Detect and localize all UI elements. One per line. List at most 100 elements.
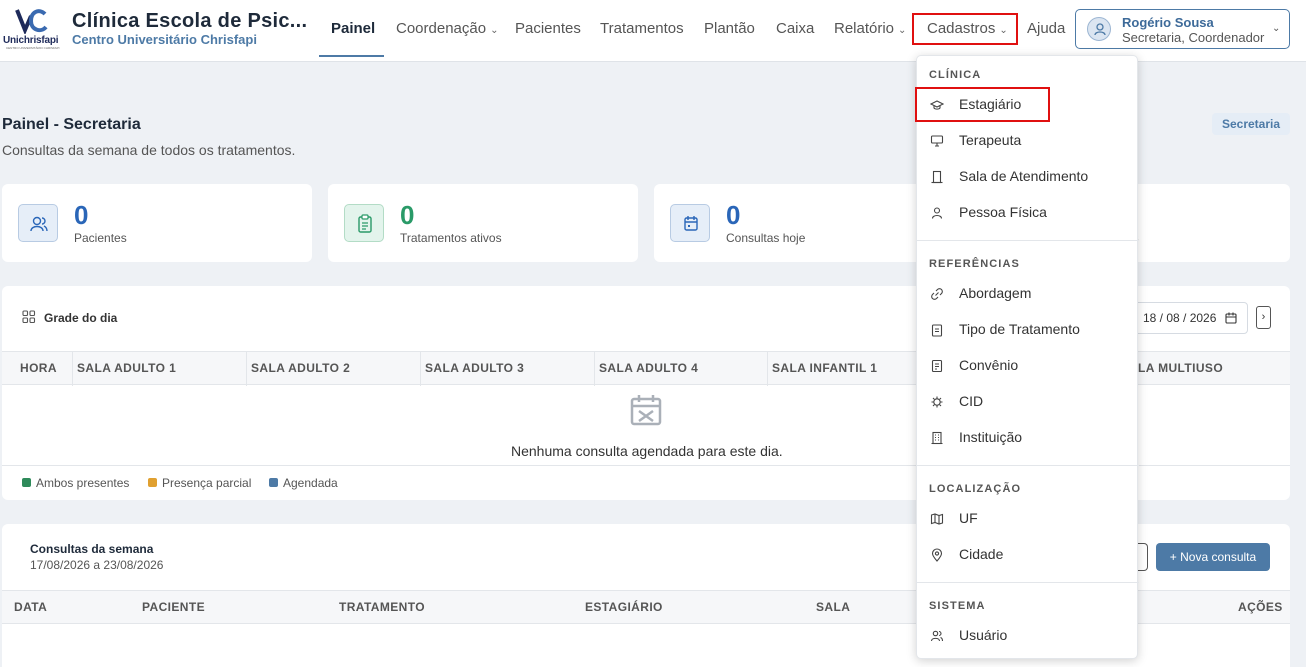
menu-item-label: Abordagem [959,285,1032,301]
empty-message: Nenhuma consulta agendada para este dia. [511,443,783,459]
calendar-icon[interactable] [1225,312,1237,324]
menu-item-label: UF [959,510,978,526]
legend-swatch [148,478,157,487]
menu-item-label: Sala de Atendimento [959,168,1089,184]
clipboard-icon [931,324,943,337]
menu-separator [917,582,1139,583]
date-input[interactable]: 18 / 08 / 2026 [1130,302,1248,334]
date-value: 18 / 08 / 2026 [1143,311,1217,325]
menu-item-terapeuta[interactable]: Terapeuta [917,124,1139,158]
cadastros-dropdown: CLÍNICA Estagiário Terapeuta Sala de Ate… [916,55,1139,659]
chevron-down-icon: ⌄ [1272,23,1281,34]
logo-subtext: CENTRO UNIVERSITÁRIO CHRISFAPI [6,46,60,50]
stat-card-tratamentos: 0 Tratamentos ativos [328,184,638,262]
menu-separator [917,465,1139,466]
chevron-down-icon: ⌄ [898,25,907,36]
new-consulta-button[interactable]: + Nova consulta [1156,543,1270,571]
calendar-off-icon [630,395,662,426]
nav-painel[interactable]: Painel [331,20,375,37]
stat-card-pacientes: 0 Pacientes [2,184,312,262]
users-icon [18,204,58,242]
column-divider [246,352,247,386]
legend-ambos: Ambos presentes [22,476,129,490]
clipboard-icon [344,204,384,242]
column-divider [420,352,421,386]
legend-swatch [269,478,278,487]
stat-value: 0 [726,200,741,230]
column-header: SALA ADULTO 1 [77,361,177,375]
legend-parcial: Presença parcial [148,476,251,490]
legend-label: Agendada [283,476,338,490]
nav-active-underline [319,55,384,57]
column-divider [594,352,595,386]
menu-item-label: Usuário [959,627,1008,643]
logo[interactable]: Unichrisfapi CENTRO UNIVERSITÁRIO CHRISF… [3,8,61,50]
map-icon [930,513,944,525]
section-referencias: REFERÊNCIAS [929,258,1020,270]
menu-item-label: Convênio [959,357,1019,373]
menu-item-label: CID [959,393,984,409]
semana-title: Consultas da semana [30,542,154,556]
menu-item-usuario[interactable]: Usuário [917,619,1139,653]
legend-label: Ambos presentes [36,476,130,490]
nav-pacientes-label: Pacientes [515,20,581,37]
person-icon [931,207,943,219]
column-divider [767,352,768,386]
section-sistema: SISTEMA [929,600,986,612]
monitor-icon [930,135,944,147]
menu-item-label: Terapeuta [959,132,1022,148]
legend-label: Presença parcial [162,476,252,490]
column-divider [72,352,73,386]
nav-plantao[interactable]: Plantão [704,20,755,37]
column-header: ESTAGIÁRIO [585,600,663,614]
next-day-button[interactable]: › [1256,306,1271,329]
menu-item-convenio[interactable]: Convênio [917,349,1139,383]
menu-item-cid[interactable]: CID [917,385,1139,419]
nav-pacientes[interactable]: Pacientes [515,20,581,37]
nav-ajuda[interactable]: Ajuda [1027,20,1065,37]
menu-item-cidade[interactable]: Cidade [917,538,1139,572]
column-header: SALA INFANTIL 1 [772,361,878,375]
user-name: Rogério Sousa [1122,15,1214,30]
nav-caixa[interactable]: Caixa [776,20,814,37]
column-header: LA MULTIUSO [1138,361,1224,375]
nav-tratamentos[interactable]: Tratamentos [600,20,684,37]
nav-relatorio-label: Relatório [834,20,895,37]
chevron-down-icon: ⌄ [490,25,499,36]
stat-value: 0 [74,200,89,230]
section-localizacao: LOCALIZAÇÃO [929,483,1022,495]
column-header: SALA ADULTO 4 [599,361,699,375]
app-subtitle: Centro Universitário Chrisfapi [72,32,257,47]
menu-item-uf[interactable]: UF [917,502,1139,536]
stat-label: Consultas hoje [726,231,806,245]
column-header: HORA [20,361,57,375]
legend-swatch [22,478,31,487]
column-header: TRATAMENTO [339,600,425,614]
menu-item-instituicao[interactable]: Instituição [917,421,1139,455]
menu-item-tipo[interactable]: Tipo de Tratamento [917,313,1139,347]
legend-agendada: Agendada [269,476,338,490]
menu-item-abordagem[interactable]: Abordagem [917,277,1139,311]
avatar [1087,17,1111,41]
column-header: SALA [816,600,851,614]
logo-mark-icon [15,9,48,34]
link-icon [931,288,943,300]
nav-coordenacao-label: Coordenação [396,20,487,37]
door-icon [931,170,943,184]
user-menu[interactable]: Rogério Sousa Secretaria, Coordenador ⌄ [1075,9,1290,49]
nav-tratamentos-label: Tratamentos [600,20,684,37]
role-badge: Secretaria [1212,113,1290,135]
logo-text: Unichrisfapi [3,35,59,46]
menu-item-label: Cidade [959,546,1004,562]
nav-ajuda-label: Ajuda [1027,20,1066,37]
menu-item-label: Pessoa Física [959,204,1047,220]
virus-icon [931,396,943,408]
menu-separator [917,240,1139,241]
menu-item-pessoa[interactable]: Pessoa Física [917,196,1139,230]
stat-label: Pacientes [74,231,127,245]
page-title: Painel - Secretaria [2,116,141,133]
column-header: PACIENTE [142,600,205,614]
nav-relatorio[interactable]: Relatório ⌄ [834,20,906,37]
nav-coordenacao[interactable]: Coordenação ⌄ [396,20,498,37]
menu-item-sala[interactable]: Sala de Atendimento [917,160,1139,194]
